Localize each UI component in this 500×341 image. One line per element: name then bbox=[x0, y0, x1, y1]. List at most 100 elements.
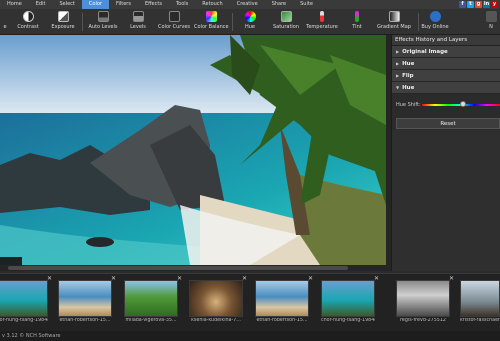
thumbnail-image bbox=[0, 280, 48, 317]
menu-retouch[interactable]: Retouch bbox=[195, 0, 229, 9]
filmstrip: chor-hung-tsang-19848 ✕ ethan-robertson-… bbox=[0, 273, 500, 331]
history-original-label: Original Image bbox=[402, 49, 448, 55]
levels-button[interactable]: Levels bbox=[124, 11, 152, 35]
tint-button[interactable]: Tint bbox=[346, 11, 368, 35]
filmstrip-thumb[interactable]: kristof-rasschaert bbox=[460, 280, 500, 324]
filmstrip-thumb[interactable]: ethan-robertson-15... ✕ bbox=[58, 275, 116, 324]
thumbnail-image bbox=[396, 280, 450, 317]
thumbnail-image bbox=[189, 280, 243, 317]
saturation-label: Saturation bbox=[272, 24, 300, 30]
history-hue-expanded[interactable]: ▼ Hue bbox=[392, 82, 500, 94]
horizontal-scroll-thumb[interactable] bbox=[8, 266, 348, 270]
filmstrip-thumb[interactable]: regis-frevd-275512 ✕ bbox=[396, 275, 454, 324]
horizontal-scrollbar[interactable] bbox=[0, 265, 386, 271]
twitter-icon[interactable]: t bbox=[467, 1, 474, 8]
linkedin-icon[interactable]: in bbox=[483, 1, 490, 8]
history-hue2-label: Hue bbox=[402, 85, 415, 91]
tool-partial-label: e bbox=[3, 24, 7, 30]
thumbnail-caption: regis-frevd-275512 bbox=[400, 318, 446, 323]
hue-button[interactable]: Hue bbox=[238, 11, 262, 35]
close-icon[interactable]: ✕ bbox=[308, 275, 313, 282]
facebook-icon[interactable]: f bbox=[459, 1, 466, 8]
google-plus-icon[interactable]: g bbox=[475, 1, 482, 8]
thumbnail-caption: chor-hung-tsang-19848 bbox=[321, 318, 375, 323]
history-original-image[interactable]: ▶ Original Image bbox=[392, 46, 500, 58]
gradient-map-label: Gradient Map bbox=[377, 24, 411, 30]
thermometer-icon bbox=[320, 11, 324, 22]
more-icon bbox=[485, 11, 497, 22]
history-hue[interactable]: ▶ Hue bbox=[392, 58, 500, 70]
expand-arrow-icon: ▶ bbox=[396, 73, 400, 78]
filmstrip-thumb[interactable]: ethan-robertson-15... ✕ bbox=[255, 275, 313, 324]
contrast-button[interactable]: Contrast bbox=[14, 11, 42, 35]
panel-title: Effects History and Layers bbox=[392, 35, 500, 46]
temperature-button[interactable]: Temperature bbox=[306, 11, 338, 35]
separator bbox=[82, 13, 83, 31]
saturation-icon bbox=[280, 11, 292, 22]
temperature-label: Temperature bbox=[306, 24, 338, 30]
photo-coast-with-palm bbox=[0, 35, 386, 265]
menu-effects[interactable]: Effects bbox=[138, 0, 169, 9]
menu-creative[interactable]: Creative bbox=[230, 0, 265, 9]
gradient-map-button[interactable]: Gradient Map bbox=[374, 11, 414, 35]
menu-bar: Home Edit Select Color Filters Effects T… bbox=[0, 0, 500, 9]
thumbnail-image bbox=[321, 280, 375, 317]
status-bar: v 3.12 © NCH Software bbox=[0, 331, 500, 341]
history-hue-label: Hue bbox=[402, 61, 415, 67]
history-flip[interactable]: ▶ Flip bbox=[392, 70, 500, 82]
thumbnail-caption: chor-hung-tsang-19848 bbox=[0, 318, 48, 323]
auto-levels-button[interactable]: Auto Levels bbox=[86, 11, 120, 35]
close-icon[interactable]: ✕ bbox=[449, 275, 454, 282]
thumbnail-caption: ethan-robertson-15... bbox=[256, 318, 308, 323]
hue-shift-slider-knob[interactable] bbox=[460, 101, 467, 107]
close-icon[interactable]: ✕ bbox=[47, 275, 52, 282]
partial-icon bbox=[0, 11, 11, 22]
exposure-button[interactable]: Exposure bbox=[48, 11, 78, 35]
menu-edit[interactable]: Edit bbox=[29, 0, 53, 9]
thumbnail-caption: kristof-rasschaert bbox=[460, 318, 500, 323]
hue-icon bbox=[244, 11, 256, 22]
expand-arrow-icon: ▶ bbox=[396, 49, 400, 54]
thumbnail-caption: ksenia-kudelkina-7... bbox=[191, 318, 241, 323]
social-links: f t g in y bbox=[459, 1, 498, 8]
color-curves-icon bbox=[168, 11, 180, 22]
color-balance-button[interactable]: Color Balance bbox=[194, 11, 229, 35]
gradient-map-icon bbox=[388, 11, 400, 22]
tint-label: Tint bbox=[352, 24, 362, 30]
collapse-arrow-icon: ▼ bbox=[396, 85, 400, 90]
menu-filters[interactable]: Filters bbox=[109, 0, 138, 9]
close-icon[interactable]: ✕ bbox=[374, 275, 379, 282]
reset-button[interactable]: Reset bbox=[396, 118, 500, 129]
close-icon[interactable]: ✕ bbox=[177, 275, 182, 282]
filmstrip-thumb[interactable]: milada-vigerova-35... ✕ bbox=[124, 275, 182, 324]
history-flip-label: Flip bbox=[402, 73, 414, 79]
filmstrip-thumb[interactable]: ksenia-kudelkina-7... ✕ bbox=[189, 275, 247, 324]
buy-online-button[interactable]: Buy Online bbox=[420, 11, 450, 35]
image-canvas[interactable] bbox=[0, 35, 386, 265]
thumbnail-image bbox=[58, 280, 112, 317]
filmstrip-thumb[interactable]: chor-hung-tsang-19848 ✕ bbox=[0, 275, 52, 324]
auto-levels-icon bbox=[97, 11, 109, 22]
tool-more[interactable]: N bbox=[482, 11, 500, 35]
hue-label: Hue bbox=[244, 24, 255, 30]
filmstrip-thumb[interactable]: chor-hung-tsang-19848 ✕ bbox=[321, 275, 379, 324]
ribbon-toolbar: e Contrast Exposure Auto Levels Levels C… bbox=[0, 9, 500, 35]
contrast-label: Contrast bbox=[17, 24, 39, 30]
close-icon[interactable]: ✕ bbox=[242, 275, 247, 282]
menu-color[interactable]: Color bbox=[81, 0, 109, 9]
menu-select[interactable]: Select bbox=[52, 0, 81, 9]
youtube-icon[interactable]: y bbox=[491, 1, 498, 8]
color-balance-label: Color Balance bbox=[194, 24, 229, 30]
menu-suite[interactable]: Suite bbox=[293, 0, 320, 9]
tool-partial[interactable]: e bbox=[0, 11, 10, 35]
color-curves-button[interactable]: Color Curves bbox=[156, 11, 192, 35]
thumbnail-caption: milada-vigerova-35... bbox=[125, 318, 177, 323]
saturation-button[interactable]: Saturation bbox=[270, 11, 302, 35]
auto-levels-label: Auto Levels bbox=[88, 24, 118, 30]
close-icon[interactable]: ✕ bbox=[111, 275, 116, 282]
menu-tools[interactable]: Tools bbox=[169, 0, 195, 9]
separator bbox=[232, 13, 233, 31]
cart-icon bbox=[429, 11, 441, 22]
menu-home[interactable]: Home bbox=[0, 0, 29, 9]
menu-share[interactable]: Share bbox=[265, 0, 293, 9]
